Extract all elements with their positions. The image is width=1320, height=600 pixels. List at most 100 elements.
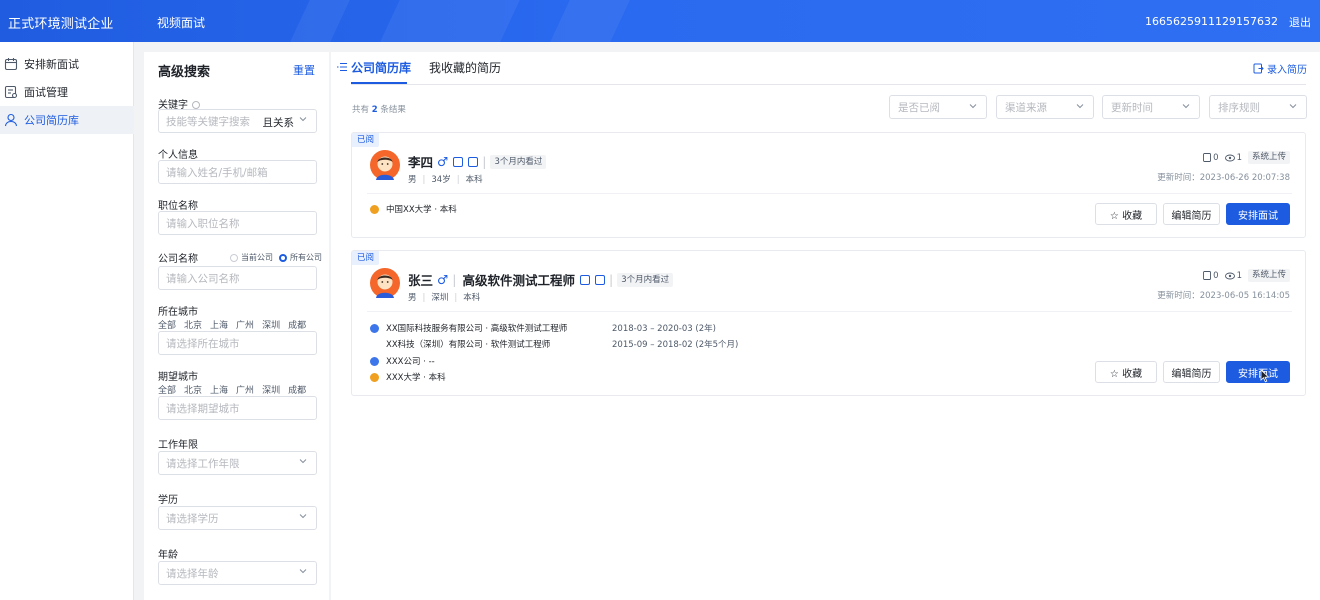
sidebar-item-interview-manage[interactable]: 面试管理 — [0, 78, 134, 106]
candidate-title: 高级软件测试工程师 — [462, 273, 575, 288]
arrange-interview-button[interactable]: 安排面试 — [1226, 361, 1290, 383]
file-icon — [1203, 271, 1212, 280]
chevron-down-icon — [299, 459, 307, 464]
filter-label: 是否已阅 — [898, 101, 940, 114]
city-option[interactable]: 北京 — [184, 386, 202, 396]
position-input[interactable]: 请输入职位名称 — [158, 211, 317, 235]
keyword-input[interactable]: 技能等关键字搜索 且关系 — [158, 109, 317, 133]
personal-info-input[interactable]: 请输入姓名/手机/邮箱 — [158, 160, 317, 184]
education-select[interactable]: 请选择学历 — [158, 506, 317, 530]
school-icon — [370, 372, 379, 382]
tab-divider — [351, 84, 1306, 85]
resume-count: 0 — [1203, 271, 1219, 281]
resume-card[interactable]: 已阅 李四 ♂ | 3个月内看过 男 | 34岁 | 本科 0 1 系统上传 更新时间：… — [351, 132, 1306, 238]
city-input[interactable]: 请选择所在城市 — [158, 331, 317, 355]
city-placeholder: 请选择所在城市 — [166, 337, 240, 350]
resume-list-area: 公司简历库 我收藏的简历 录入简历 共有 2 条结果 是否已阅 渠道来源 更新时… — [331, 52, 1320, 600]
city-option[interactable]: 成都 — [288, 321, 306, 331]
filter-read-status[interactable]: 是否已阅 — [889, 95, 987, 119]
tab-company-resumes[interactable]: 公司简历库 — [351, 59, 411, 76]
age-select[interactable]: 请选择年龄 — [158, 561, 317, 585]
resume-card[interactable]: 已阅 张三 ♂ | 高级软件测试工程师 | 3个月内看过 男 | 深圳 | 本科 0 1… — [351, 250, 1306, 396]
sidebar-item-resume-library[interactable]: 公司简历库 — [0, 106, 134, 134]
interview-icon — [4, 85, 18, 99]
city-option[interactable]: 上海 — [210, 321, 228, 331]
work-icon — [370, 323, 379, 333]
resume-count: 0 — [1203, 153, 1219, 163]
phone-icon[interactable] — [579, 274, 590, 285]
city-quick-options: 全部 北京 上海 广州 深圳 成都 — [158, 318, 314, 331]
personal-placeholder: 请输入姓名/手机/邮箱 — [166, 166, 268, 179]
keyword-relation-select[interactable]: 且关系 — [263, 115, 295, 130]
user-id: 1665625911129157632 — [1145, 15, 1278, 28]
position-placeholder: 请输入职位名称 — [166, 217, 240, 230]
mouse-cursor-icon — [1260, 369, 1270, 383]
eye-icon — [1224, 272, 1235, 279]
user-icon — [4, 113, 18, 127]
source-badge: 系统上传 — [1247, 151, 1290, 164]
work-icon — [370, 356, 379, 366]
sidebar-item-label: 面试管理 — [24, 86, 68, 99]
advanced-search-panel: 高级搜索 重置 关键字 技能等关键字搜索 且关系 个人信息 请输入姓名/手机/邮… — [144, 52, 329, 600]
name-separator: | — [608, 272, 614, 287]
filter-sort-rule[interactable]: 排序规则 — [1209, 95, 1307, 119]
tab-favorite-resumes[interactable]: 我收藏的简历 — [429, 59, 501, 76]
radio-current-label: 当前公司 — [241, 253, 273, 262]
company-input[interactable]: 请输入公司名称 — [158, 266, 317, 290]
city-option[interactable]: 深圳 — [262, 321, 280, 331]
import-icon — [1253, 63, 1264, 74]
candidate-name[interactable]: 李四 — [408, 152, 433, 171]
age-label: 年龄 — [158, 550, 178, 561]
expect-city-label: 期望城市 — [158, 372, 198, 383]
school-icon — [370, 204, 379, 214]
sidebar-item-label: 安排新面试 — [24, 58, 79, 71]
city-option[interactable]: 成都 — [288, 386, 306, 396]
reset-button[interactable]: 重置 — [293, 62, 315, 78]
radio-all-label: 所有公司 — [290, 253, 322, 262]
edit-resume-button[interactable]: 编辑简历 — [1163, 361, 1220, 383]
work-experience-line: XX科技（深圳）有限公司 · 软件测试工程师 — [386, 340, 551, 350]
video-play-icon[interactable] — [594, 274, 605, 285]
city-option[interactable]: 全部 — [158, 321, 176, 331]
resume-stats: 0 1 系统上传 — [1203, 151, 1290, 164]
candidate-name[interactable]: 张三 — [408, 270, 433, 289]
radio-all-companies[interactable] — [279, 253, 287, 262]
favorite-button[interactable]: ☆ 收藏 — [1095, 203, 1157, 225]
city-option[interactable]: 广州 — [236, 321, 254, 331]
work-experience-date: 2018-03 – 2020-03 (2年) — [612, 324, 716, 334]
sidebar-item-new-interview[interactable]: 安排新面试 — [0, 50, 134, 78]
module-name[interactable]: 视频面试 — [157, 14, 205, 31]
education-line: XXX大学 · 本科 — [370, 371, 446, 383]
read-badge: 已阅 — [352, 133, 380, 147]
add-resume-button[interactable]: 录入简历 — [1253, 61, 1307, 76]
city-option[interactable]: 全部 — [158, 386, 176, 396]
video-play-icon[interactable] — [468, 156, 479, 167]
city-option[interactable]: 深圳 — [262, 386, 280, 396]
filter-label: 更新时间 — [1111, 101, 1153, 114]
logout-link[interactable]: 退出 — [1289, 14, 1311, 30]
eye-icon — [1224, 154, 1235, 161]
arrange-interview-button[interactable]: 安排面试 — [1226, 203, 1290, 225]
edit-resume-button[interactable]: 编辑简历 — [1163, 203, 1220, 225]
company-name: 正式环境测试企业 — [8, 17, 114, 32]
work-years-select[interactable]: 请选择工作年限 — [158, 451, 317, 475]
city-option[interactable]: 上海 — [210, 386, 228, 396]
collapse-menu-icon[interactable] — [337, 62, 347, 72]
add-resume-label: 录入简历 — [1267, 65, 1307, 76]
city-option[interactable]: 北京 — [184, 321, 202, 331]
filter-update-time[interactable]: 更新时间 — [1102, 95, 1200, 119]
expect-city-quick-options: 全部 北京 上海 广州 深圳 成都 — [158, 383, 314, 396]
filter-label: 渠道来源 — [1005, 101, 1047, 114]
chevron-down-icon — [969, 104, 977, 109]
filter-channel-source[interactable]: 渠道来源 — [996, 95, 1094, 119]
expect-city-input[interactable]: 请选择期望城市 — [158, 396, 317, 420]
city-option[interactable]: 广州 — [236, 386, 254, 396]
favorite-button[interactable]: ☆ 收藏 — [1095, 361, 1157, 383]
calendar-icon — [4, 58, 18, 71]
chevron-down-icon — [1289, 104, 1297, 109]
phone-icon[interactable] — [453, 156, 464, 167]
company-placeholder: 请输入公司名称 — [166, 272, 240, 285]
education-label: 学历 — [158, 495, 178, 506]
name-separator: | — [482, 154, 487, 169]
radio-current-company[interactable] — [230, 253, 238, 262]
